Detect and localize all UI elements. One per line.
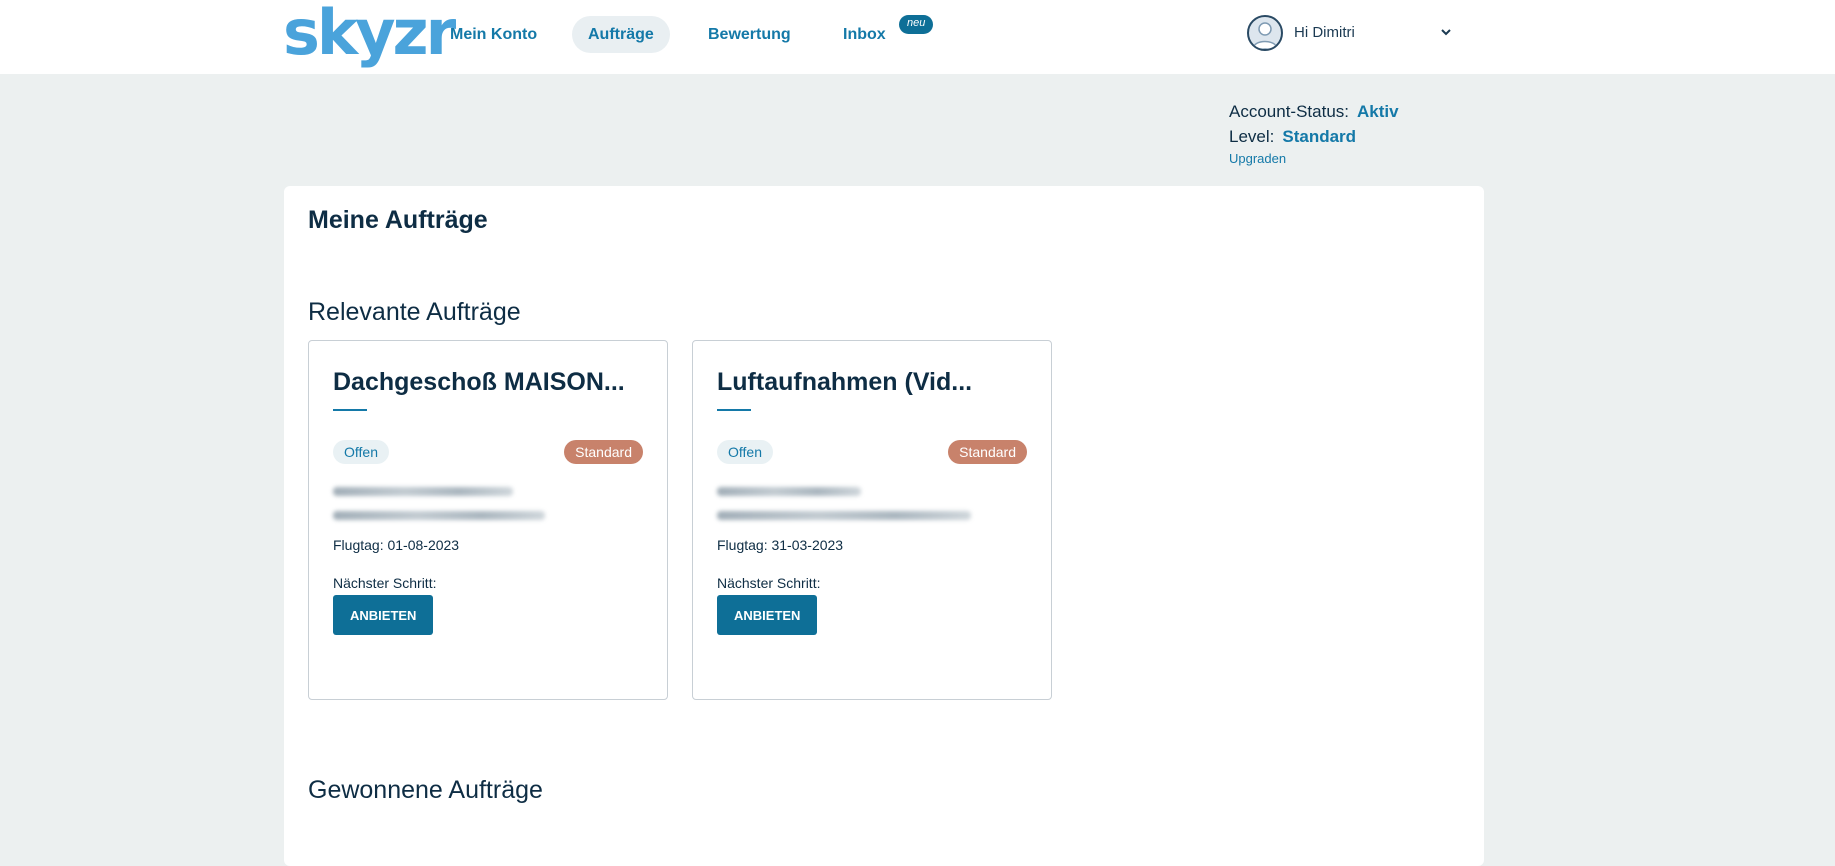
nav-mein-konto[interactable]: Mein Konto [434, 16, 553, 53]
offer-button[interactable]: ANBIETEN [717, 595, 818, 635]
redacted-text [333, 487, 513, 496]
skyzr-logo[interactable]: skyzr [283, 2, 456, 64]
order-card: Luftaufnahmen (Vid... Offen Standard Flu… [692, 340, 1052, 700]
title-underline [717, 409, 751, 411]
redacted-text [717, 487, 861, 496]
redacted-text [717, 511, 971, 520]
account-status-label: Account-Status: [1229, 102, 1350, 121]
user-avatar-icon [1247, 15, 1283, 51]
offer-button[interactable]: ANBIETEN [333, 595, 434, 635]
account-status-value: Aktiv [1357, 102, 1399, 121]
user-greeting: Hi Dimitri [1294, 24, 1355, 41]
order-level-badge: Standard [564, 440, 643, 464]
user-menu[interactable]: Hi Dimitri [1247, 15, 1459, 53]
chevron-down-icon[interactable] [1437, 22, 1455, 40]
order-title[interactable]: Luftaufnahmen (Vid... [717, 368, 1037, 397]
orders-panel: Meine Aufträge Relevante Aufträge Dachge… [284, 186, 1484, 866]
nav-bewertung[interactable]: Bewertung [692, 16, 807, 53]
flight-date: Flugtag: 31-03-2023 [717, 537, 844, 553]
level-value: Standard [1282, 127, 1357, 146]
upgrade-link[interactable]: Upgraden [1229, 151, 1399, 166]
order-status-badge: Offen [333, 440, 389, 464]
won-orders-heading: Gewonnene Aufträge [308, 776, 543, 804]
account-status-block: Account-Status: Aktiv Level: Standard Upgr… [1229, 99, 1399, 166]
next-step-label: Nächster Schritt: [333, 575, 437, 591]
nav-inbox[interactable]: Inbox [827, 16, 902, 53]
inbox-new-badge: neu [899, 15, 934, 34]
title-underline [333, 409, 367, 411]
page-title: Meine Aufträge [308, 206, 488, 234]
level-label: Level: [1229, 127, 1275, 146]
nav-auftraege[interactable]: Aufträge [572, 16, 670, 53]
top-navigation-bar: skyzr Mein Konto Aufträge Bewertung Inbo… [0, 0, 1835, 74]
order-status-badge: Offen [717, 440, 773, 464]
order-level-badge: Standard [948, 440, 1027, 464]
redacted-text [333, 511, 545, 520]
next-step-label: Nächster Schritt: [717, 575, 821, 591]
flight-date: Flugtag: 01-08-2023 [333, 537, 460, 553]
order-card: Dachgeschoß MAISON... Offen Standard Flu… [308, 340, 668, 700]
order-title[interactable]: Dachgeschoß MAISON... [333, 368, 653, 397]
relevant-orders-heading: Relevante Aufträge [308, 298, 521, 326]
